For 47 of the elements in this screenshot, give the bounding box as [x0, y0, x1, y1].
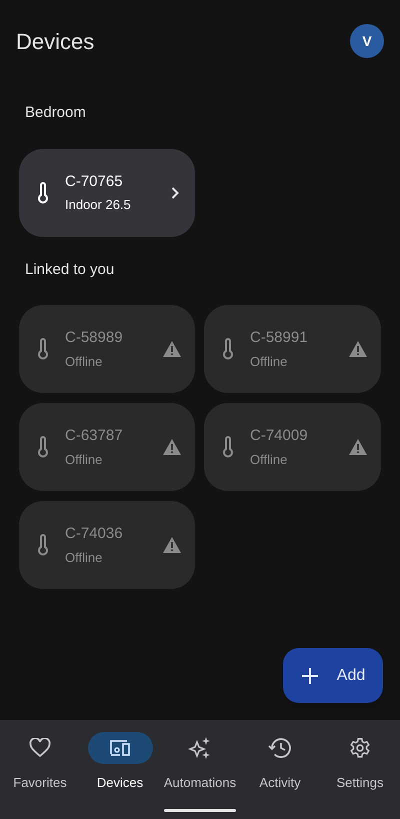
device-name: C-74009 [250, 426, 309, 446]
chevron-right-icon [171, 186, 179, 198]
device-status: Offline [65, 450, 104, 468]
section-heading: Linked to you [25, 260, 116, 280]
warning-icon [163, 439, 181, 455]
device-name: C-58989 [65, 328, 124, 348]
thermometer-icon [37, 534, 49, 556]
device-name: C-70765 [65, 172, 124, 192]
history-icon [268, 737, 292, 759]
nav-tab[interactable]: Favorites [0, 732, 80, 792]
sparkle-icon [188, 736, 212, 760]
device-card[interactable]: C-58991 Offline [204, 305, 381, 393]
device-name: C-74036 [65, 524, 124, 544]
warning-icon [349, 439, 367, 455]
device-status: Offline [65, 548, 104, 566]
device-card[interactable]: C-70765 Indoor 26.5 [19, 148, 195, 236]
thermometer-icon [222, 436, 234, 458]
warning-icon [163, 537, 181, 553]
nav-tab[interactable]: Devices [80, 732, 160, 792]
device-status: Indoor 26.5 [65, 196, 132, 214]
thermometer-icon [37, 182, 49, 204]
warning-icon [349, 341, 367, 357]
device-status: Offline [65, 352, 104, 370]
home-indicator [164, 809, 236, 812]
device-name: C-58991 [250, 328, 309, 348]
nav-tab[interactable]: Settings [320, 732, 400, 792]
device-card[interactable]: C-58989 Offline [19, 305, 195, 393]
devices-icon [108, 739, 132, 757]
page-title: Devices [16, 28, 94, 56]
device-card[interactable]: C-74009 Offline [204, 403, 381, 491]
plus-icon [300, 666, 319, 684]
section-heading: Bedroom [25, 103, 87, 123]
add-button[interactable]: Add [283, 648, 383, 703]
device-card[interactable]: C-63787 Offline [19, 403, 195, 491]
device-card[interactable]: C-74036 Offline [19, 501, 195, 589]
nav-tab[interactable]: Automations [160, 732, 240, 792]
heart-icon [29, 738, 51, 758]
device-status: Offline [250, 352, 288, 370]
device-name: C-63787 [65, 426, 124, 446]
settings-icon [349, 737, 371, 759]
thermometer-icon [222, 338, 234, 360]
warning-icon [163, 341, 181, 357]
account-avatar[interactable]: V [350, 24, 384, 58]
nav-tab[interactable]: Activity [240, 732, 320, 792]
device-status: Offline [250, 450, 288, 468]
thermometer-icon [37, 436, 49, 458]
thermometer-icon [37, 338, 49, 360]
